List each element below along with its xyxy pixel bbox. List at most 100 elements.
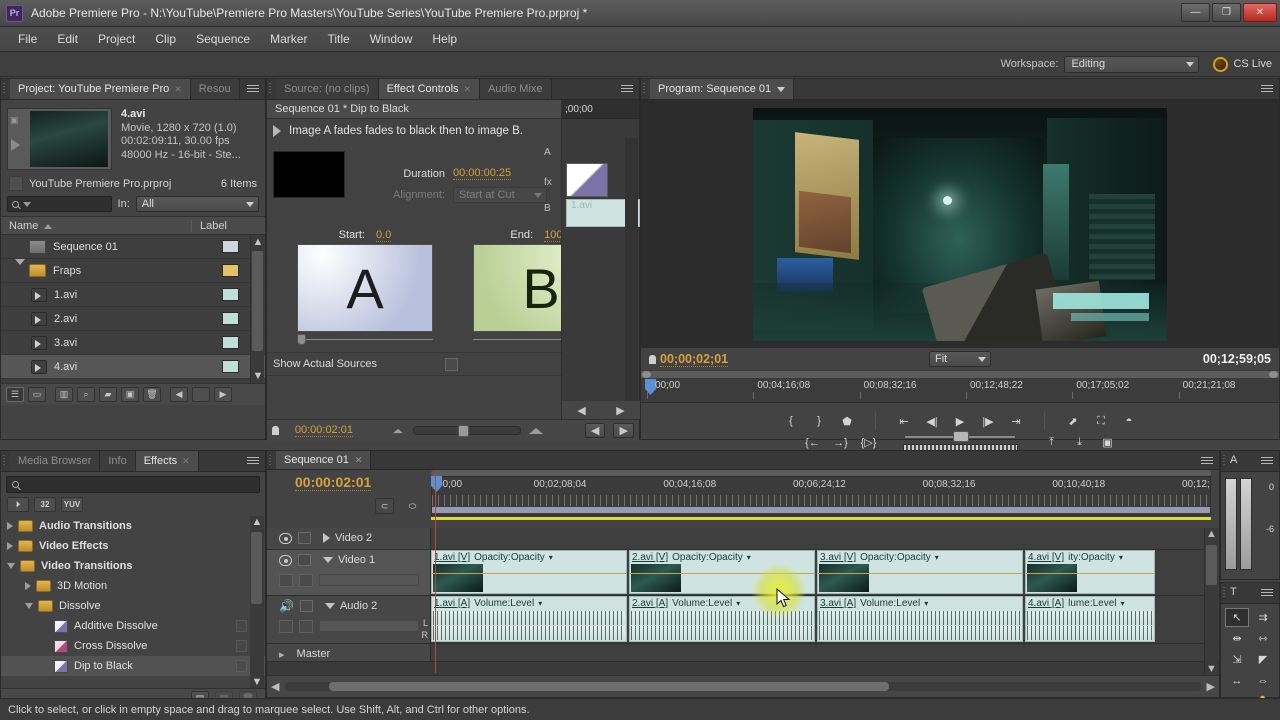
scroll-right-icon[interactable]: ▶ <box>1207 680 1215 693</box>
scroll-up-icon[interactable]: ▲ <box>251 235 265 249</box>
panel-grip[interactable] <box>1223 587 1228 599</box>
project-search-input[interactable] <box>7 196 112 212</box>
duration-value[interactable]: 00:00:00:25 <box>453 167 512 180</box>
selection-tool-icon[interactable]: ↖ <box>1225 608 1249 627</box>
project-in-select[interactable]: All <box>135 196 259 212</box>
panel-grip[interactable] <box>3 455 8 467</box>
alignment-select[interactable]: Start at Cut <box>453 186 547 203</box>
eye-icon[interactable] <box>279 554 292 566</box>
tab-program-sequence[interactable]: Program: Sequence 01 <box>650 79 795 99</box>
scrollbar-thumb[interactable] <box>252 251 263 351</box>
clip-effect-label[interactable]: lume:Level <box>1068 598 1116 609</box>
track-header-video-1[interactable]: Video 1 <box>267 550 431 595</box>
timeline-time-ruler[interactable]: 00;00 00;02;08;04 00;04;16;08 00;06;24;12 00… <box>431 476 1211 516</box>
track-output-icon[interactable] <box>279 573 293 587</box>
rate-stretch-tool-icon[interactable]: ⇲ <box>1225 650 1249 669</box>
close-icon[interactable]: ✕ <box>174 84 182 95</box>
project-item-row[interactable]: 3.avi <box>1 331 265 355</box>
project-item-label-swatch[interactable] <box>222 360 239 373</box>
project-item-label-swatch[interactable] <box>222 264 239 277</box>
footer-timecode[interactable]: 00:00:02:01 <box>294 424 353 437</box>
tab-project-youtube-premiere-pro[interactable]: Project: YouTube Premiere Pro ✕ <box>10 79 191 99</box>
tab-media-browser[interactable]: Media Browser <box>10 451 101 471</box>
track-name[interactable]: Audio 2 <box>324 600 377 612</box>
rolling-edit-tool-icon[interactable]: ⇿ <box>1251 629 1275 648</box>
effects-folder-row[interactable]: Video Effects <box>1 536 265 556</box>
disclosure-triangle-icon[interactable] <box>25 582 31 590</box>
marker-button-icon[interactable]: ⬭ <box>403 498 422 514</box>
project-item-row[interactable]: 1.avi <box>1 283 265 307</box>
effects-folder-row[interactable]: 3D Motion <box>1 576 265 596</box>
chevron-down-icon[interactable]: ▾ <box>736 599 740 608</box>
automate-icon[interactable]: ▥ <box>55 387 73 402</box>
mini-scrollbar[interactable] <box>625 138 638 420</box>
effects-scrollbar[interactable]: ▲ ▼ <box>250 516 264 688</box>
prev-keyframe-button[interactable]: ◀ <box>584 423 606 438</box>
slip-tool-icon[interactable]: ↔ <box>1225 671 1249 690</box>
tab-audio-mixe[interactable]: Audio Mixe <box>480 79 552 99</box>
workspace-select[interactable]: Editing <box>1064 55 1200 73</box>
track-clip-area[interactable] <box>431 528 1219 549</box>
close-icon[interactable]: ✕ <box>182 456 190 467</box>
next-page-icon[interactable]: ▶ <box>214 387 232 402</box>
disclosure-triangle-icon[interactable] <box>323 557 333 563</box>
project-item-row[interactable]: 2.avi <box>1 307 265 331</box>
add-marker-icon[interactable]: ⬟ <box>835 412 859 431</box>
start-slider[interactable] <box>297 334 433 346</box>
slide-tool-icon[interactable]: ⇔ <box>1251 671 1275 690</box>
effects-item-row[interactable]: Dip to Black <box>1 656 265 676</box>
disclosure-triangle-icon[interactable] <box>15 258 29 277</box>
disclosure-triangle-icon[interactable] <box>7 522 13 530</box>
preview-play-icon[interactable] <box>11 139 20 151</box>
menu-item-marker[interactable]: Marker <box>260 29 317 49</box>
find-icon[interactable]: ⌕ <box>77 387 95 402</box>
speaker-icon[interactable]: 🔊 <box>279 599 294 613</box>
timeline-clip[interactable]: 1.avi [V] Opacity:Opacity ▾ <box>431 550 627 594</box>
clip-opacity-line[interactable] <box>1026 573 1154 574</box>
mini-prev-icon[interactable]: ◀ <box>577 404 585 417</box>
yuv-icon[interactable]: YUV <box>61 497 83 512</box>
clip-effect-label[interactable]: Volume:Level <box>672 598 732 609</box>
close-icon[interactable]: ✕ <box>355 455 363 466</box>
prev-page-icon[interactable]: ◀ <box>170 387 188 402</box>
track-keyframe-bar[interactable] <box>319 574 419 586</box>
chevron-down-icon[interactable]: ▾ <box>1121 599 1125 608</box>
scroll-down-icon[interactable]: ▼ <box>251 369 265 383</box>
track-select-tool-icon[interactable]: ⇉ <box>1251 608 1275 627</box>
track-lock-icon[interactable] <box>299 600 313 612</box>
project-item-label-swatch[interactable] <box>222 312 239 325</box>
project-item-row[interactable]: Sequence 01 <box>1 235 265 259</box>
timeline-clip[interactable]: 3.avi [A] Volume:Level ▾ <box>817 596 1023 642</box>
tab-effects[interactable]: Effects ✕ <box>135 451 199 471</box>
delete-icon[interactable]: 🗑 <box>143 387 161 402</box>
track-lock-icon[interactable] <box>298 554 311 566</box>
program-time-ruler[interactable]: 00;00 00;04;16;08 00;08;32;16 00;12;48;22 00… <box>641 379 1279 403</box>
tab-resou[interactable]: Resou <box>190 79 240 99</box>
program-zoom-scrollbar[interactable] <box>641 370 1279 379</box>
panel-grip[interactable] <box>1223 455 1228 467</box>
panel-menu-icon[interactable] <box>619 83 635 95</box>
track-header-master[interactable]: ▸ Master <box>267 644 431 661</box>
chevron-down-icon[interactable]: ▾ <box>549 553 553 562</box>
disclosure-triangle-icon[interactable] <box>324 603 335 609</box>
disclosure-triangle-icon[interactable] <box>7 563 15 569</box>
next-keyframe-button[interactable]: ▶ <box>613 423 634 438</box>
menu-item-edit[interactable]: Edit <box>47 29 88 49</box>
new-bin-icon[interactable]: ▰ <box>99 387 117 402</box>
track-lock-icon[interactable] <box>298 532 311 544</box>
track-name[interactable]: Video 1 <box>323 554 375 566</box>
project-item-label-swatch[interactable] <box>222 288 239 301</box>
mark-out-icon[interactable]: } <box>807 412 831 431</box>
list-view-icon[interactable]: ☰ <box>6 387 24 402</box>
start-value[interactable]: 0.0 <box>376 229 392 242</box>
scroll-up-icon[interactable]: ▲ <box>250 516 264 528</box>
shuttle-knob[interactable] <box>953 430 969 442</box>
mini-next-icon[interactable]: ▶ <box>616 404 624 417</box>
clip-effect-label[interactable]: Opacity:Opacity <box>672 552 743 563</box>
disclosure-triangle-icon[interactable] <box>25 603 33 609</box>
effects-folder-row[interactable]: Video Transitions <box>1 556 265 576</box>
menu-item-title[interactable]: Title <box>317 29 359 49</box>
track-name[interactable]: Video 2 <box>323 532 372 544</box>
project-list-scrollbar[interactable]: ▲ ▼ <box>250 235 264 383</box>
snap-toggle-icon[interactable]: ⊂ <box>375 498 394 514</box>
